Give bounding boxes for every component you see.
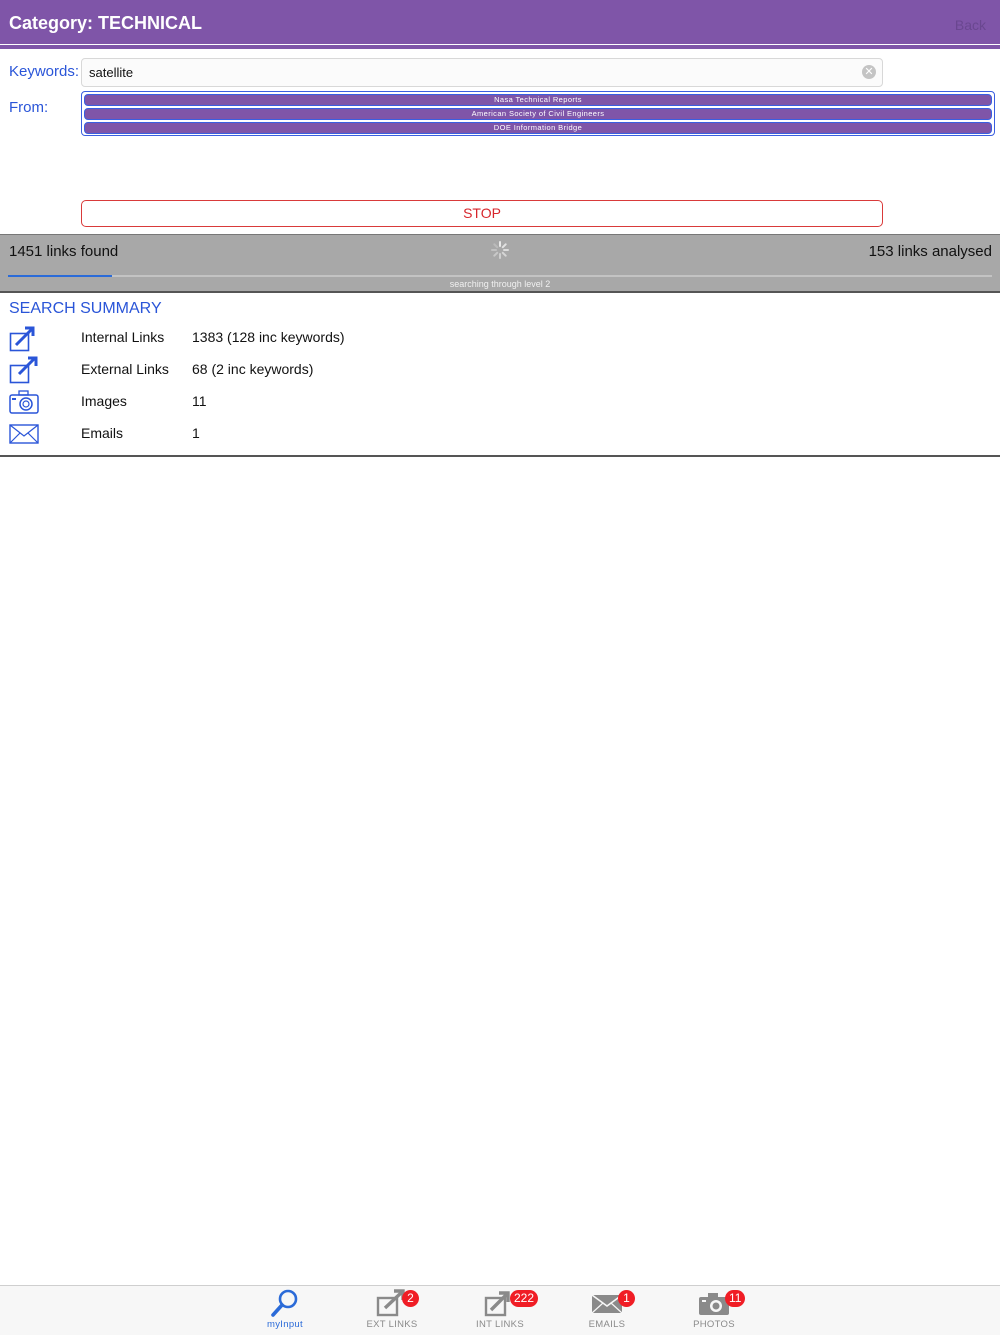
summary-value: 1 <box>192 425 200 441</box>
ext-links-badge: 2 <box>402 1290 419 1307</box>
summary-divider <box>0 455 1000 457</box>
search-level-text: searching through level 2 <box>449 279 551 289</box>
tab-label: INT LINKS <box>476 1319 524 1330</box>
header-divider <box>0 44 1000 49</box>
internal-link-icon <box>9 326 35 352</box>
tab-int-links[interactable]: 222 INT LINKS <box>455 1286 545 1335</box>
keywords-value: satellite <box>89 65 134 80</box>
stop-button[interactable]: STOP <box>81 200 883 227</box>
source-list[interactable]: Nasa Technical Reports American Society … <box>81 91 995 136</box>
page-title: Category: TECHNICAL <box>9 13 203 33</box>
summary-title: SEARCH SUMMARY <box>9 300 162 317</box>
keywords-label: Keywords: <box>9 63 80 80</box>
progress-bar <box>8 275 112 277</box>
source-item[interactable]: American Society of Civil Engineers <box>84 108 992 120</box>
search-icon <box>271 1289 298 1317</box>
from-label: From: <box>9 99 49 116</box>
external-link-icon <box>9 356 38 384</box>
tab-label: EXT LINKS <box>366 1319 418 1330</box>
envelope-icon <box>9 424 39 444</box>
summary-label: Emails <box>81 425 124 441</box>
progress-track <box>8 275 992 277</box>
emails-badge: 1 <box>618 1290 635 1307</box>
tab-myinput[interactable]: myInput <box>240 1286 330 1335</box>
clear-icon[interactable]: ✕ <box>862 65 876 79</box>
source-item[interactable]: DOE Information Bridge <box>84 122 992 134</box>
summary-label: External Links <box>81 361 169 377</box>
keywords-input[interactable]: satellite ✕ <box>81 58 883 87</box>
summary-label: Internal Links <box>81 329 165 345</box>
summary-label: Images <box>81 393 127 409</box>
nav-bar: Category: TECHNICAL Back <box>0 0 1000 44</box>
tab-bar: myInput 2 EXT LINKS 222 INT LINKS 1 EMAI… <box>0 1285 1000 1335</box>
camera-icon <box>9 390 39 414</box>
summary-value: 1383 (128 inc keywords) <box>192 329 345 345</box>
tab-ext-links[interactable]: 2 EXT LINKS <box>347 1286 437 1335</box>
tab-label: EMAILS <box>588 1319 626 1330</box>
tab-label: PHOTOS <box>693 1319 735 1330</box>
links-analysed-count: 153 links analysed <box>868 243 992 260</box>
search-status-bar: 1451 links found 153 links analysed sear… <box>0 234 1000 293</box>
loading-spinner-icon <box>491 241 509 259</box>
back-button[interactable]: Back <box>955 17 986 33</box>
summary-value: 68 (2 inc keywords) <box>192 361 314 377</box>
photos-badge: 11 <box>725 1290 746 1307</box>
summary-value: 11 <box>192 393 207 409</box>
tab-photos[interactable]: 11 PHOTOS <box>669 1286 759 1335</box>
source-item[interactable]: Nasa Technical Reports <box>84 94 992 106</box>
tab-label: myInput <box>267 1319 303 1330</box>
int-links-badge: 222 <box>510 1290 539 1307</box>
tab-emails[interactable]: 1 EMAILS <box>562 1286 652 1335</box>
links-found-count: 1451 links found <box>9 243 119 260</box>
